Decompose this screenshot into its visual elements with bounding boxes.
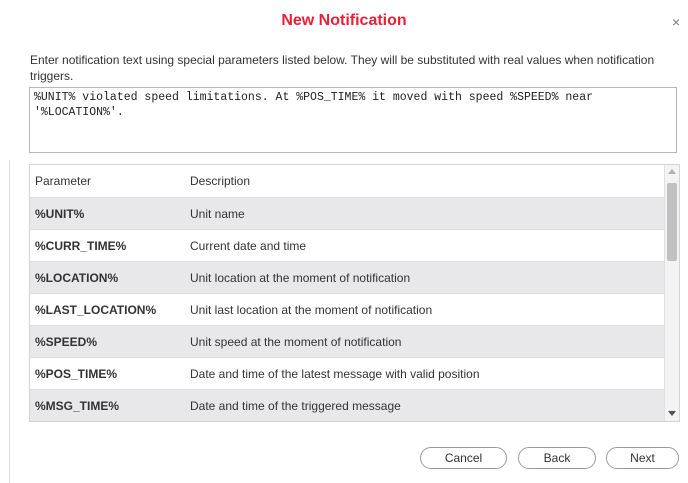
notification-text-input[interactable]: %UNIT% violated speed limitations. At %P… <box>29 87 677 153</box>
param-cell: %LAST_LOCATION% <box>30 293 185 326</box>
table-row[interactable]: %MSG_TIME% Date and time of the triggere… <box>30 389 665 421</box>
close-icon[interactable]: × <box>672 15 680 29</box>
dialog-title: New Notification <box>281 12 407 29</box>
table-row[interactable]: %POS_TIME% Date and time of the latest m… <box>30 357 665 390</box>
desc-cell: Date and time of the latest message with… <box>185 357 665 390</box>
table-row[interactable]: %LAST_LOCATION% Unit last location at th… <box>30 293 665 326</box>
table-row[interactable]: %LOCATION% Unit location at the moment o… <box>30 261 665 294</box>
param-cell: %CURR_TIME% <box>30 229 185 262</box>
scroll-up-arrow-icon[interactable] <box>668 169 676 174</box>
next-button[interactable]: Next <box>606 447 679 469</box>
param-cell: %LOCATION% <box>30 261 185 294</box>
new-notification-dialog: New Notification × Enter notification te… <box>0 0 688 483</box>
back-button[interactable]: Back <box>518 447 596 469</box>
desc-cell: Unit location at the moment of notificat… <box>185 261 665 294</box>
param-cell: %MSG_TIME% <box>30 389 185 421</box>
param-cell: %SPEED% <box>30 325 185 358</box>
table-row[interactable]: %CURR_TIME% Current date and time <box>30 229 665 262</box>
header-parameter: Parameter <box>30 165 185 198</box>
scrollbar-thumb[interactable] <box>667 183 677 261</box>
desc-cell: Unit last location at the moment of noti… <box>185 293 665 326</box>
table-scrollbar[interactable] <box>664 165 679 421</box>
cancel-button[interactable]: Cancel <box>420 447 507 469</box>
table-row[interactable]: %UNIT% Unit name <box>30 197 665 230</box>
desc-cell: Date and time of the triggered message <box>185 389 665 421</box>
table-row[interactable]: %SPEED% Unit speed at the moment of noti… <box>30 325 665 358</box>
desc-cell: Current date and time <box>185 229 665 262</box>
panel-divider <box>9 160 10 483</box>
table-header-row: Parameter Description <box>30 165 665 198</box>
desc-cell: Unit name <box>185 197 665 230</box>
param-cell: %UNIT% <box>30 197 185 230</box>
header-description: Description <box>185 165 665 198</box>
desc-cell: Unit speed at the moment of notification <box>185 325 665 358</box>
instructions-text: Enter notification text using special pa… <box>30 53 655 83</box>
scroll-down-arrow-icon[interactable] <box>668 411 676 416</box>
parameters-table: Parameter Description %UNIT% Unit name %… <box>29 164 680 422</box>
param-cell: %POS_TIME% <box>30 357 185 390</box>
